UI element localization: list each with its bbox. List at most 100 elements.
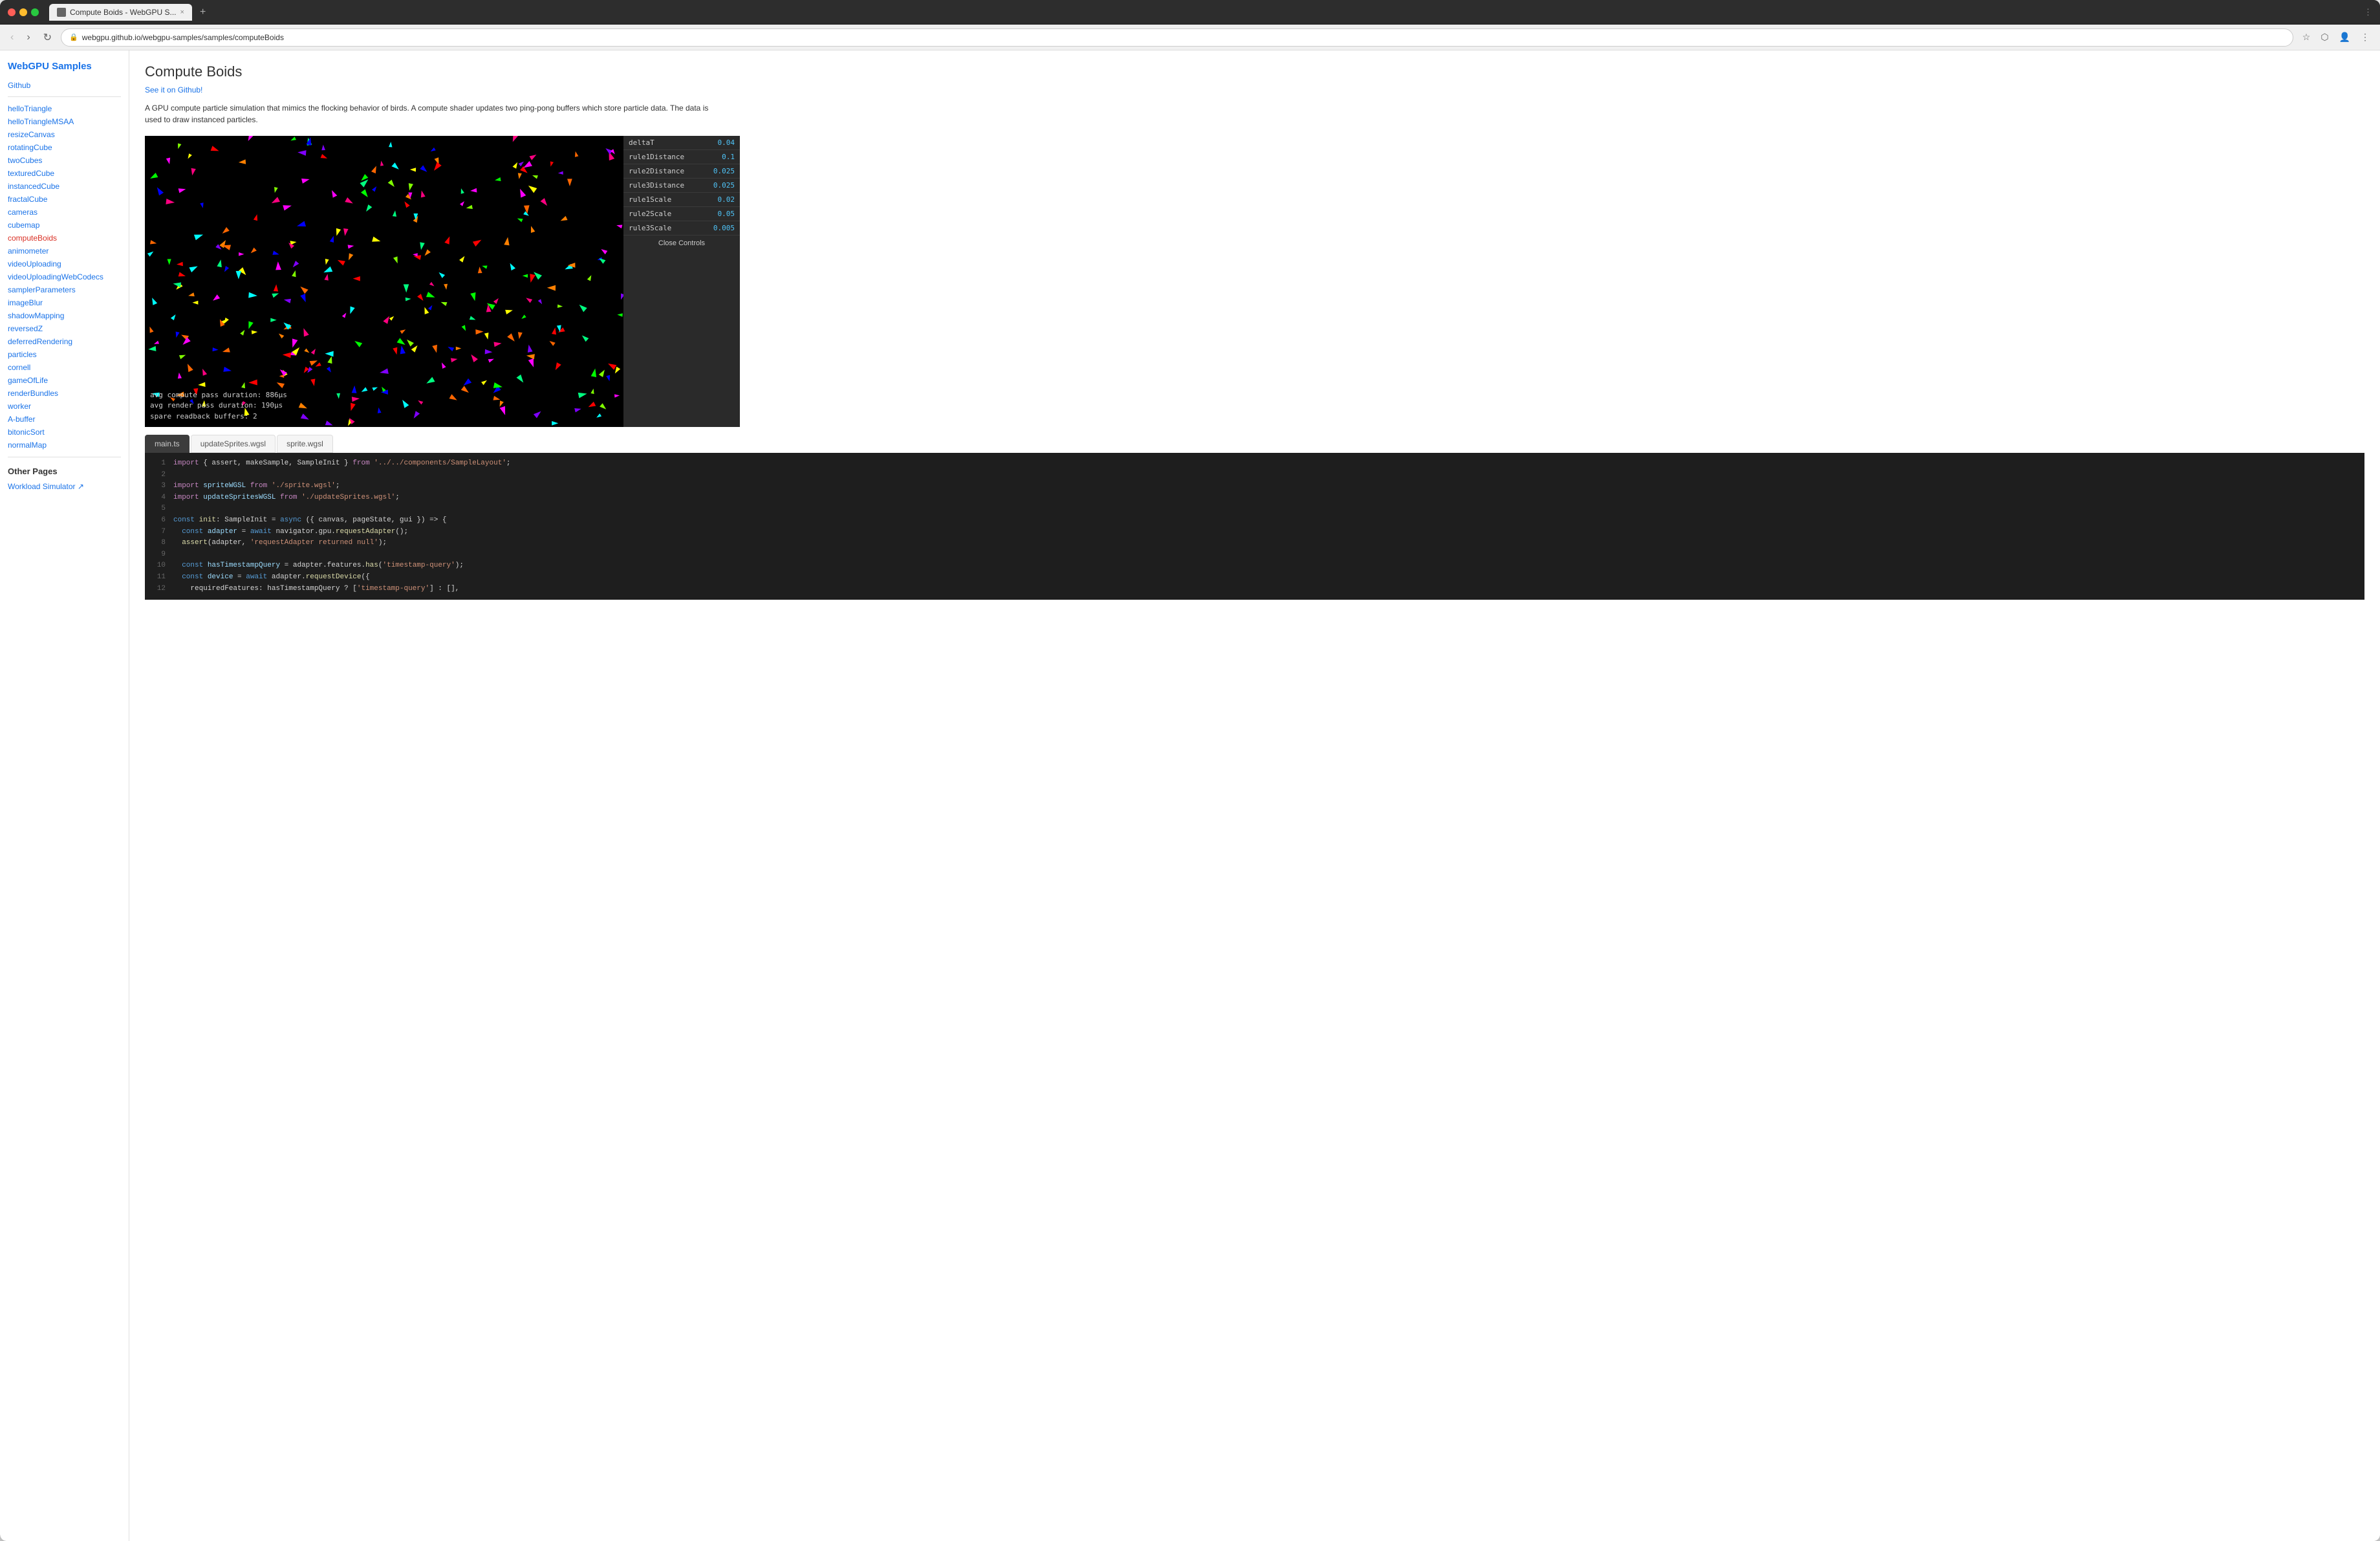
- sidebar-nav-item-gameoflife[interactable]: gameOfLife: [8, 374, 121, 387]
- close-controls-button[interactable]: Close Controls: [623, 235, 740, 251]
- close-window-button[interactable]: [8, 8, 16, 16]
- code-tab-main-ts[interactable]: main.ts: [145, 435, 189, 453]
- description: A GPU compute particle simulation that m…: [145, 102, 727, 126]
- traffic-lights: [8, 8, 39, 16]
- line-number: 1: [150, 458, 166, 470]
- control-label: rule1Scale: [629, 195, 671, 204]
- line-number: 12: [150, 584, 166, 595]
- tab-bar: Compute Boids - WebGPU S... × +: [49, 4, 2359, 21]
- sidebar-nav-item-samplerparameters[interactable]: samplerParameters: [8, 283, 121, 296]
- sidebar-nav-item-deferredrendering[interactable]: deferredRendering: [8, 335, 121, 348]
- stat-render: avg render pass duration: 190µs: [150, 400, 287, 411]
- sidebar-nav-item-texturedcube[interactable]: texturedCube: [8, 167, 121, 180]
- line-number: 7: [150, 527, 166, 538]
- code-text: requiredFeatures: hasTimestampQuery ? ['…: [173, 584, 459, 595]
- control-row-rule1scale[interactable]: rule1Scale0.02: [623, 193, 740, 207]
- sidebar-nav-item-animometer[interactable]: animometer: [8, 245, 121, 257]
- controls-rows: deltaT0.04rule1Distance0.1rule2Distance0…: [623, 136, 740, 235]
- code-text: const device = await adapter.requestDevi…: [173, 572, 370, 584]
- control-row-deltat[interactable]: deltaT0.04: [623, 136, 740, 150]
- code-text: import updateSpritesWGSL from './updateS…: [173, 492, 400, 504]
- tab-close-button[interactable]: ×: [180, 8, 184, 16]
- see-on-github-link[interactable]: See it on Github!: [145, 85, 2364, 94]
- profile-button[interactable]: 👤: [2335, 29, 2354, 45]
- sidebar-nav-item-imageblur[interactable]: imageBlur: [8, 296, 121, 309]
- control-value: 0.1: [722, 153, 735, 161]
- sidebar-nav-item-renderbundles[interactable]: renderBundles: [8, 387, 121, 400]
- sidebar-nav-item-particles[interactable]: particles: [8, 348, 121, 361]
- sidebar-nav-item-normalmap[interactable]: normalMap: [8, 439, 121, 452]
- code-line: 9: [145, 549, 2364, 561]
- sidebar-nav-item-videouploadingwebcodecs[interactable]: videoUploadingWebCodecs: [8, 270, 121, 283]
- code-tab-sprite-wgsl[interactable]: sprite.wgsl: [277, 435, 333, 453]
- control-row-rule2distance[interactable]: rule2Distance0.025: [623, 164, 740, 179]
- browser-toolbar: ‹ › ↻ 🔒 webgpu.github.io/webgpu-samples/…: [0, 25, 2380, 50]
- new-tab-button[interactable]: +: [195, 4, 211, 21]
- forward-button[interactable]: ›: [23, 29, 34, 46]
- code-line: 7 const adapter = await navigator.gpu.re…: [145, 527, 2364, 538]
- sidebar-nav-item-a-buffer[interactable]: A-buffer: [8, 413, 121, 426]
- extensions-button[interactable]: ⬡: [2317, 29, 2332, 45]
- control-row-rule2scale[interactable]: rule2Scale0.05: [623, 207, 740, 221]
- particles-canvas: [145, 136, 623, 427]
- other-pages-item[interactable]: Workload Simulator ↗: [8, 480, 121, 493]
- minimize-window-button[interactable]: [19, 8, 27, 16]
- sidebar-nav-item-cubemap[interactable]: cubemap: [8, 219, 121, 232]
- line-number: 6: [150, 515, 166, 527]
- control-value: 0.04: [718, 138, 735, 147]
- sidebar-nav-item-shadowmapping[interactable]: shadowMapping: [8, 309, 121, 322]
- demo-container: avg compute pass duration: 886µs avg ren…: [145, 136, 2364, 427]
- sidebar-nav-item-hellotriangle[interactable]: helloTriangle: [8, 102, 121, 115]
- toolbar-actions: ☆ ⬡ 👤 ⋮: [2299, 29, 2374, 45]
- address-bar[interactable]: 🔒 webgpu.github.io/webgpu-samples/sample…: [61, 28, 2293, 47]
- control-value: 0.025: [713, 167, 735, 175]
- control-value: 0.05: [718, 210, 735, 218]
- control-label: rule3Scale: [629, 224, 671, 232]
- sidebar-nav-item-cornell[interactable]: cornell: [8, 361, 121, 374]
- window-controls: ⋮: [2364, 7, 2372, 17]
- code-tab-updateSprites-wgsl[interactable]: updateSprites.wgsl: [191, 435, 276, 453]
- maximize-window-button[interactable]: [31, 8, 39, 16]
- code-line: 3 import spriteWGSL from './sprite.wgsl';: [145, 481, 2364, 492]
- code-editor: 1import { assert, makeSample, SampleInit…: [145, 453, 2364, 600]
- main-panel: Compute Boids See it on Github! A GPU co…: [129, 50, 2380, 1541]
- code-text: import spriteWGSL from './sprite.wgsl';: [173, 481, 340, 492]
- canvas-stats: avg compute pass duration: 886µs avg ren…: [150, 390, 287, 422]
- sidebar-nav-item-resizecanvas[interactable]: resizeCanvas: [8, 128, 121, 141]
- sidebar-nav-item-videouploading[interactable]: videoUploading: [8, 257, 121, 270]
- code-line: 8 assert(adapter, 'requestAdapter return…: [145, 538, 2364, 549]
- sidebar-divider: [8, 96, 121, 97]
- sidebar-nav-item-fractalcube[interactable]: fractalCube: [8, 193, 121, 206]
- sidebar-nav-item-reversedz[interactable]: reversedZ: [8, 322, 121, 335]
- code-section: main.tsupdateSprites.wgslsprite.wgsl 1im…: [145, 435, 2364, 600]
- code-text: const hasTimestampQuery = adapter.featur…: [173, 560, 464, 572]
- sidebar-nav-item-twocubes[interactable]: twoCubes: [8, 154, 121, 167]
- back-button[interactable]: ‹: [6, 29, 17, 46]
- control-row-rule3distance[interactable]: rule3Distance0.025: [623, 179, 740, 193]
- menu-button[interactable]: ⋮: [2357, 29, 2374, 45]
- code-tabs: main.tsupdateSprites.wgslsprite.wgsl: [145, 435, 2364, 453]
- control-label: rule3Distance: [629, 181, 684, 190]
- control-row-rule3scale[interactable]: rule3Scale 0.005: [623, 221, 740, 235]
- active-tab[interactable]: Compute Boids - WebGPU S... ×: [49, 4, 192, 21]
- control-row-rule1distance[interactable]: rule1Distance0.1: [623, 150, 740, 164]
- browser-window: Compute Boids - WebGPU S... × + ⋮ ‹ › ↻ …: [0, 0, 2380, 1541]
- sidebar-nav-item-computeboids[interactable]: computeBoids: [8, 232, 121, 245]
- reload-button[interactable]: ↻: [39, 28, 56, 47]
- sidebar-nav-item-hellotrianglemsaa[interactable]: helloTriangleMSAA: [8, 115, 121, 128]
- github-link[interactable]: Github: [8, 80, 121, 91]
- sidebar-nav-item-rotatingcube[interactable]: rotatingCube: [8, 141, 121, 154]
- bookmark-button[interactable]: ☆: [2299, 29, 2315, 45]
- sidebar-nav-item-worker[interactable]: worker: [8, 400, 121, 413]
- sidebar-nav-item-bitonicsort[interactable]: bitonicSort: [8, 426, 121, 439]
- lock-icon: 🔒: [69, 33, 78, 41]
- sidebar-title[interactable]: WebGPU Samples: [8, 61, 121, 72]
- sidebar-nav-item-cameras[interactable]: cameras: [8, 206, 121, 219]
- code-text: const adapter = await navigator.gpu.requ…: [173, 527, 408, 538]
- canvas-area: avg compute pass duration: 886µs avg ren…: [145, 136, 623, 427]
- other-pages-container: Workload Simulator ↗: [8, 480, 121, 493]
- line-number: 3: [150, 481, 166, 492]
- line-number: 5: [150, 503, 166, 515]
- control-value: 0.005: [713, 224, 735, 232]
- sidebar-nav-item-instancedcube[interactable]: instancedCube: [8, 180, 121, 193]
